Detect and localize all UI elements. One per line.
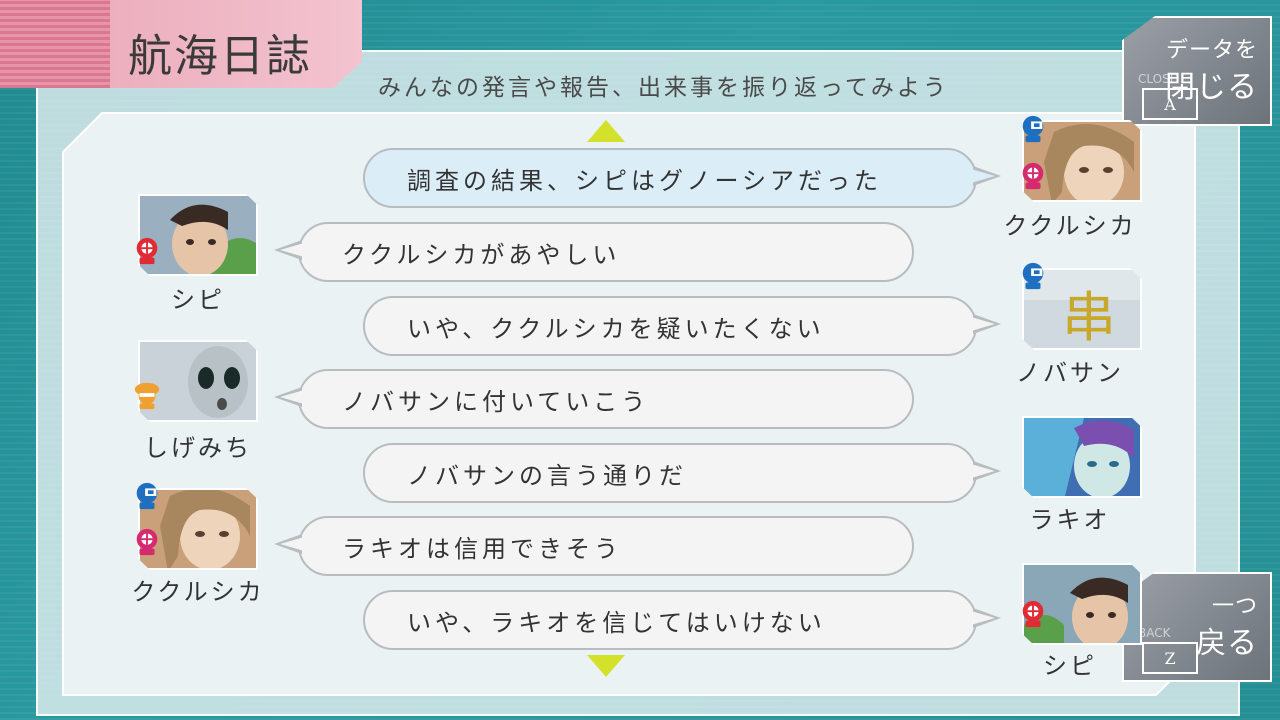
log-entry-text: いや、ククルシカを疑いたくない [407,314,825,343]
close-key-hint: A [1142,88,1198,120]
gnosia-role-icon [1022,600,1044,628]
gnosia-role-icon [136,528,158,556]
log-entry-text: ククルシカがあやしい [342,240,621,269]
back-key-label: BACK [1138,626,1171,640]
gnosia-role-icon [136,237,158,265]
bubble-tail [274,387,304,407]
speaker-name: シピ [171,286,225,314]
close-button-line1: データを [1165,38,1258,63]
engineer-role-icon [1022,262,1044,290]
speaker-name: ラキオ [1029,506,1111,534]
log-entry-text: ノバサンの言う通りだ [407,461,687,490]
bubble-tail [971,461,1001,481]
speaker-name: ノバサン [1016,359,1124,387]
log-entry-bubble[interactable]: いや、ククルシカを疑いたくない [363,296,1001,356]
speaker-name: ククルシカ [1003,212,1137,240]
speaker-name: ククルシカ [131,578,265,606]
scroll-down-icon[interactable] [587,655,625,677]
log-entry-bubble[interactable]: ラキオは信用できそう [274,516,914,576]
avatar-rakio [1022,416,1142,498]
bubble-tail [971,608,1001,628]
bubble-tail [971,314,1001,334]
log-entry-bubble[interactable]: ノバサンに付いていこう [274,369,914,429]
bubble-tail [274,240,304,260]
engineer-role-icon [136,482,158,510]
page-title: 航海日誌 [128,31,312,82]
engineer-role-icon [1022,115,1044,143]
log-entry-text: 調査の結果、シピはグノーシアだった [407,166,883,195]
back-key-hint: Z [1142,642,1198,674]
svg-text:串: 串 [1062,286,1116,349]
log-entry-bubble[interactable]: 調査の結果、シピはグノーシアだった [363,148,1001,208]
back-button-line2: 戻る [1196,626,1258,661]
guard-role-icon [134,382,160,410]
log-entry-bubble[interactable]: ククルシカがあやしい [274,222,914,282]
log-entry-text: いや、ラキオを信じてはいけない [407,608,826,637]
scroll-up-icon[interactable] [587,120,625,142]
close-data-button[interactable]: データを 閉じる CLOSE A [1122,16,1272,126]
log-entry-bubble[interactable]: ノバサンの言う通りだ [363,443,1001,503]
gnosia-role-icon [1022,162,1044,190]
page-subtitle: みんなの発言や報告、出来事を振り返ってみよう [378,75,949,101]
speaker-name: シピ [1043,652,1097,680]
bubble-tail [971,166,1001,186]
log-entry-text: ラキオは信用できそう [342,534,622,563]
close-key-label: CLOSE [1138,72,1178,86]
back-button[interactable]: 一つ 戻る BACK Z [1122,572,1272,682]
bubble-tail [274,534,304,554]
back-button-line1: 一つ [1211,594,1258,619]
log-entry-bubble[interactable]: いや、ラキオを信じてはいけない [363,590,1001,650]
speaker-name: しげみち [144,434,252,462]
log-entry-text: ノバサンに付いていこう [342,387,650,416]
